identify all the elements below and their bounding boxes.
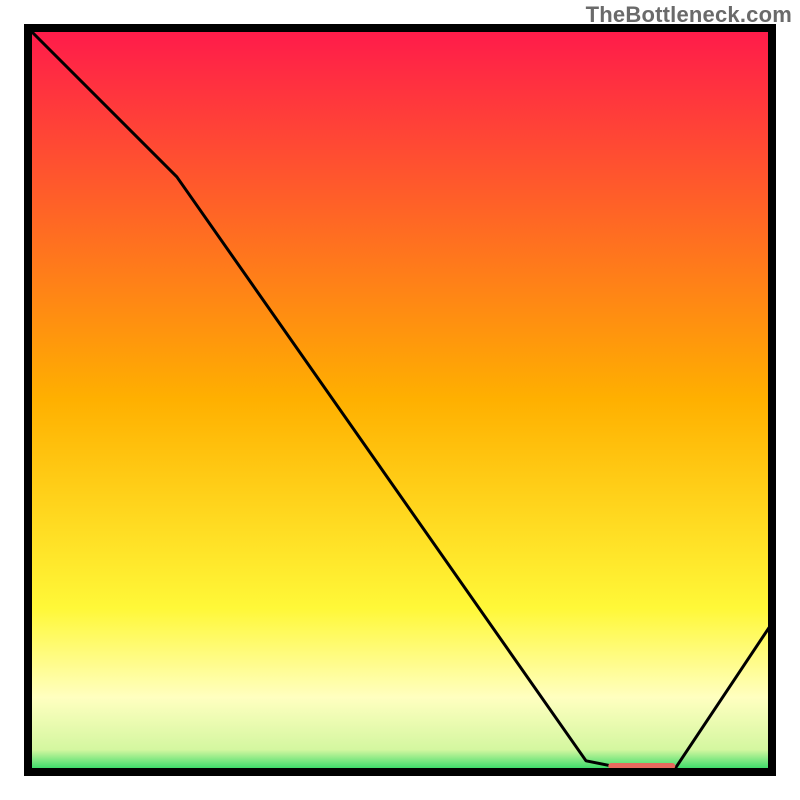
chart-svg <box>0 0 800 800</box>
attribution-link[interactable]: TheBottleneck.com <box>586 2 792 28</box>
chart-container: TheBottleneck.com <box>0 0 800 800</box>
